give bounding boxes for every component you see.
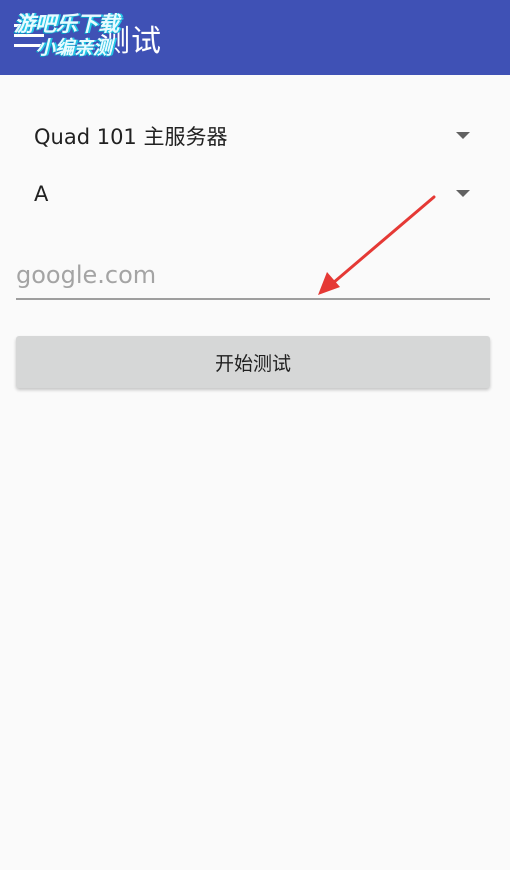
domain-input[interactable]	[16, 256, 490, 300]
start-test-button[interactable]: 开始测试	[16, 336, 490, 388]
watermark-logo: 游吧乐下载 小编亲测	[14, 12, 119, 60]
dropdown-arrow-icon	[456, 132, 470, 139]
record-type-spinner-value: A	[34, 182, 49, 206]
record-type-spinner[interactable]: A	[16, 169, 494, 219]
app-toolbar: 测试 游吧乐下载 小编亲测	[0, 0, 510, 75]
dropdown-arrow-icon	[456, 190, 470, 197]
server-spinner[interactable]: Quad 101 主服务器	[16, 111, 494, 161]
watermark-line1: 游吧乐下载	[14, 12, 119, 36]
server-spinner-value: Quad 101 主服务器	[34, 125, 228, 149]
watermark-line2: 小编亲测	[36, 37, 113, 59]
